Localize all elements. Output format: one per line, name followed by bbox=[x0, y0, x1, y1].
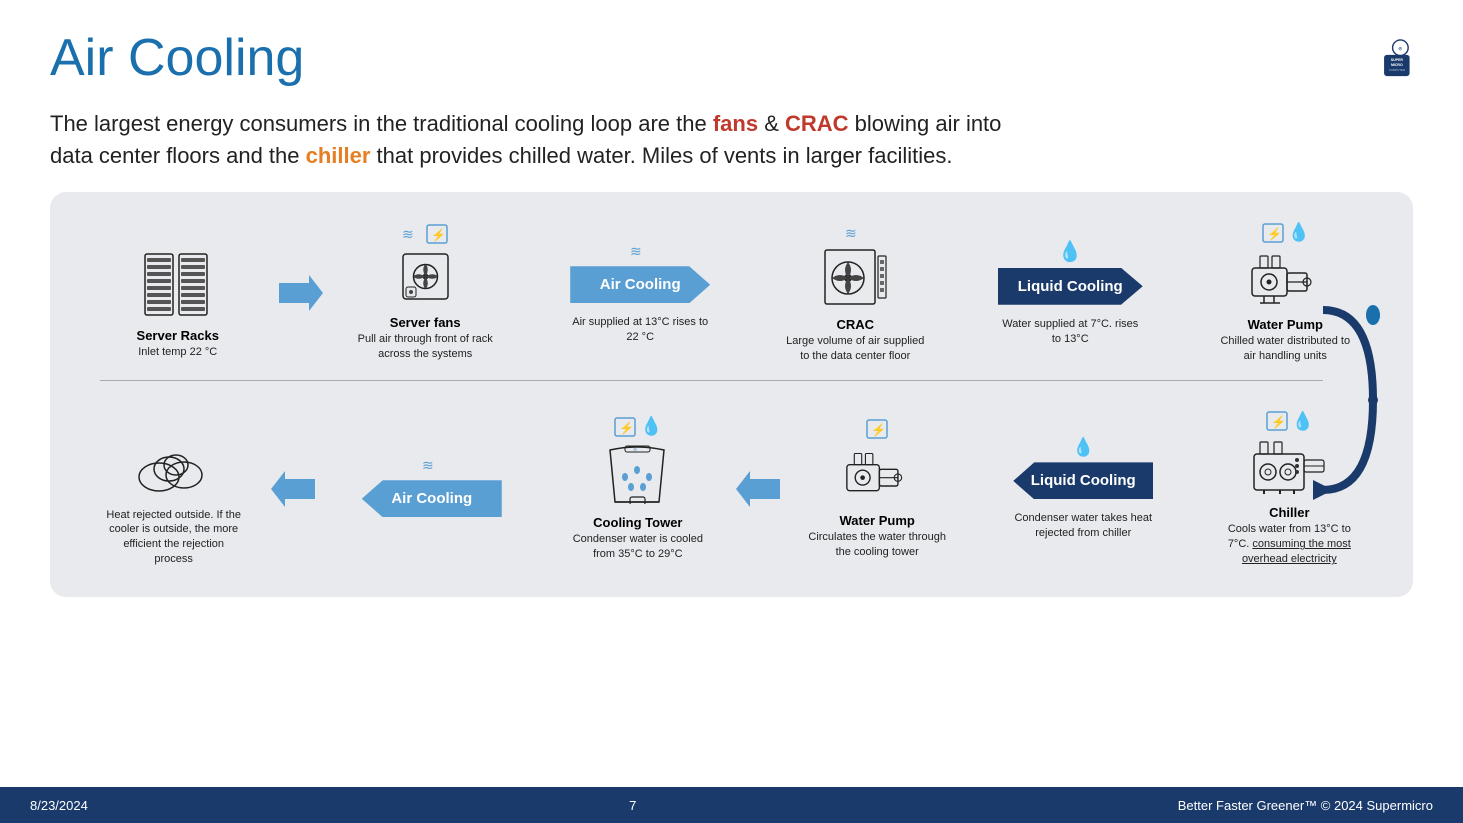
subtitle-part4: that provides chilled water. Miles of ve… bbox=[370, 143, 952, 168]
water-pump-top-icon bbox=[1250, 248, 1320, 311]
subtitle-part3: blowing air into bbox=[849, 111, 1002, 136]
logo: ® SUPER MICRO COMPUTER bbox=[1323, 30, 1413, 90]
svg-text:⚡: ⚡ bbox=[431, 228, 446, 242]
chiller-item: ⚡ 💧 bbox=[1196, 410, 1383, 567]
server-fans-desc: Pull air through front of rack across th… bbox=[355, 332, 495, 362]
water-pump-bottom-item: ⚡ Water Pump Circula bbox=[784, 418, 971, 560]
footer: 8/23/2024 7 Better Faster Greener™ © 202… bbox=[0, 787, 1463, 823]
slide: Air Cooling ® SUPER MICRO COMPUTER The l… bbox=[0, 0, 1463, 823]
svg-text:⚡: ⚡ bbox=[871, 423, 886, 437]
server-racks-icon bbox=[143, 252, 213, 322]
diagram-area: Server Racks Inlet temp 22 °C ≋ ⚡ bbox=[50, 192, 1413, 597]
server-fans-icon bbox=[398, 249, 453, 309]
crac-icons-top: ≋ bbox=[845, 222, 865, 244]
liquid-cooling-top-arrow: Liquid Cooling bbox=[998, 268, 1143, 305]
server-fans-item: ≋ ⚡ bbox=[327, 223, 522, 362]
cooling-tower-item: ⚡ 💧 bbox=[544, 416, 731, 562]
svg-text:≋: ≋ bbox=[845, 225, 857, 241]
liquid-cooling-bottom-icons-top: 💧 bbox=[1072, 436, 1094, 458]
air-cooling-top-icons-top: ≋ bbox=[630, 240, 650, 262]
air-cooling-bottom-icons-top: ≋ bbox=[422, 454, 442, 476]
top-flow: Server Racks Inlet temp 22 °C ≋ ⚡ bbox=[80, 212, 1383, 374]
water-pump-bottom-icon bbox=[845, 444, 910, 507]
water-drop-top-icon: 💧 bbox=[1058, 239, 1083, 264]
fans-highlight: fans bbox=[713, 111, 758, 136]
liquid-cooling-bottom-arrow: Liquid Cooling bbox=[1013, 462, 1153, 499]
cooling-tower-icon: ≋ bbox=[605, 442, 670, 509]
subtitle-part1: The largest energy consumers in the trad… bbox=[50, 111, 713, 136]
chiller-desc: Cools water from 13°C to 7°C. consuming … bbox=[1219, 522, 1359, 567]
footer-tagline: Better Faster Greener™ © 2024 Supermicro bbox=[1178, 798, 1433, 813]
crac-desc: Large volume of air supplied to the data… bbox=[785, 334, 925, 364]
header: Air Cooling ® SUPER MICRO COMPUTER bbox=[50, 30, 1413, 90]
svg-text:⚡: ⚡ bbox=[1271, 415, 1286, 429]
air-cooling-top-arrow: Air Cooling bbox=[570, 266, 710, 303]
svg-text:⚡: ⚡ bbox=[619, 421, 634, 435]
crac-item: ≋ bbox=[758, 222, 953, 364]
heat-rejection-desc: Heat rejected outside. If the cooler is … bbox=[104, 508, 244, 567]
subtitle-newline: data center floors and the bbox=[50, 143, 306, 168]
svg-text:≋: ≋ bbox=[633, 447, 637, 453]
heat-rejection-icon bbox=[134, 437, 214, 502]
liquid-cooling-top-icon: Liquid Cooling bbox=[998, 268, 1143, 305]
svg-text:MICRO: MICRO bbox=[1390, 63, 1402, 67]
server-racks-label: Server Racks bbox=[137, 328, 219, 343]
liquid-cooling-bottom-desc: Condenser water takes heat rejected from… bbox=[1013, 511, 1153, 541]
crac-highlight: CRAC bbox=[785, 111, 849, 136]
air-cooling-top-item: ≋ Air Cooling Air supplied at 13°C rises… bbox=[523, 240, 758, 345]
svg-text:COMPUTER: COMPUTER bbox=[1388, 68, 1404, 72]
liquid-cooling-bottom-icon: Liquid Cooling bbox=[1013, 462, 1153, 499]
air-cooling-bottom-icon: Air Cooling bbox=[362, 480, 502, 517]
air-cooling-bottom-item: ≋ Air Cooling bbox=[319, 454, 544, 523]
chiller-highlight: chiller bbox=[306, 143, 371, 168]
heat-rejection-item: Heat rejected outside. If the cooler is … bbox=[80, 411, 267, 567]
page-title: Air Cooling bbox=[50, 30, 304, 87]
cooling-tower-desc: Condenser water is cooled from 35°C to 2… bbox=[568, 532, 708, 562]
row-divider-area bbox=[80, 380, 1383, 396]
crac-label: CRAC bbox=[836, 317, 874, 332]
svg-text:SUPER: SUPER bbox=[1390, 58, 1403, 62]
water-pump-bottom-desc: Circulates the water through the cooling… bbox=[807, 530, 947, 560]
liquid-cooling-top-icons-top: 💧 bbox=[1058, 239, 1083, 264]
server-racks-desc: Inlet temp 22 °C bbox=[138, 345, 217, 360]
cooling-tower-drop-icon: 💧 bbox=[640, 416, 662, 437]
air-cooling-top-icon: Air Cooling bbox=[570, 266, 710, 303]
arrow-to-cooling-tower bbox=[732, 471, 784, 507]
cooling-tower-label: Cooling Tower bbox=[593, 515, 682, 530]
water-pump-top-icons-top: ⚡ 💧 bbox=[1261, 222, 1310, 244]
footer-page: 7 bbox=[629, 798, 636, 813]
air-cooling-bottom-arrow: Air Cooling bbox=[362, 480, 502, 517]
subtitle-part2: & bbox=[758, 111, 785, 136]
water-pump-top-label: Water Pump bbox=[1248, 317, 1323, 332]
bottom-flow: Heat rejected outside. If the cooler is … bbox=[80, 400, 1383, 577]
footer-date: 8/23/2024 bbox=[30, 798, 88, 813]
cooling-tower-icons-top: ⚡ 💧 bbox=[613, 416, 662, 438]
water-drop-bottom-icon: 💧 bbox=[1072, 437, 1094, 458]
liquid-cooling-top-desc: Water supplied at 7°C. rises to 13°C bbox=[1000, 317, 1140, 347]
chiller-drop-icon: 💧 bbox=[1292, 411, 1314, 432]
svg-text:≋: ≋ bbox=[630, 243, 642, 259]
row-divider bbox=[100, 380, 1323, 381]
supermicro-logo-icon: ® SUPER MICRO COMPUTER bbox=[1326, 33, 1411, 88]
liquid-cooling-top-item: 💧 Liquid Cooling Water supplied at 7°C. … bbox=[953, 239, 1188, 347]
liquid-cooling-bottom-item: 💧 Liquid Cooling Condenser water takes h… bbox=[971, 436, 1196, 541]
air-cooling-top-desc: Air supplied at 13°C rises to 22 °C bbox=[570, 315, 710, 345]
svg-text:≋: ≋ bbox=[422, 457, 434, 473]
water-pump-bottom-icons-top: ⚡ bbox=[865, 418, 889, 440]
water-drop-pump-icon: 💧 bbox=[1288, 222, 1310, 243]
server-fans-icons-top: ≋ ⚡ bbox=[402, 223, 449, 245]
crac-icon bbox=[823, 248, 888, 311]
svg-text:⚡: ⚡ bbox=[1267, 227, 1282, 241]
arrow-to-fans bbox=[275, 275, 327, 311]
subtitle-text: The largest energy consumers in the trad… bbox=[50, 108, 1413, 172]
server-racks-item: Server Racks Inlet temp 22 °C bbox=[80, 226, 275, 360]
chiller-icons-top: ⚡ 💧 bbox=[1265, 410, 1314, 432]
svg-text:®: ® bbox=[1398, 45, 1402, 52]
water-pump-bottom-label: Water Pump bbox=[839, 513, 914, 528]
svg-text:≋: ≋ bbox=[402, 226, 414, 242]
arrow-to-heat bbox=[267, 471, 319, 507]
chiller-label: Chiller bbox=[1269, 505, 1309, 520]
chiller-icon bbox=[1252, 436, 1327, 499]
server-fans-label: Server fans bbox=[390, 315, 461, 330]
